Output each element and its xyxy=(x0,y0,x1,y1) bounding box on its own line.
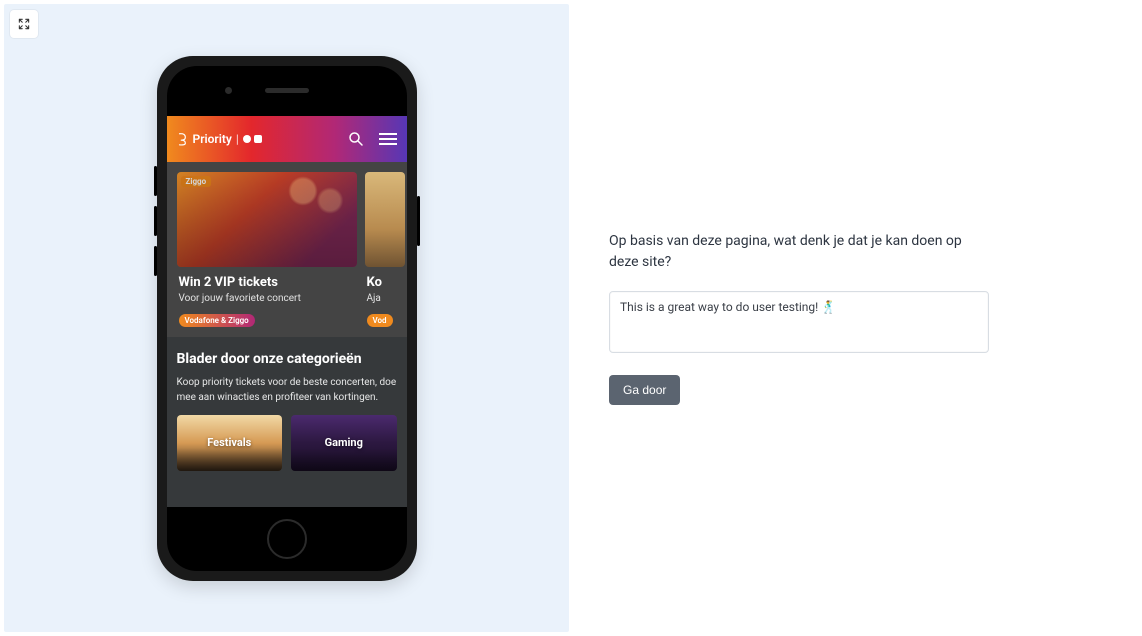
hero-image: Ziggo xyxy=(177,172,357,267)
category-card-festivals[interactable]: Festivals xyxy=(177,415,283,471)
categories-grid: Festivals Gaming xyxy=(177,415,397,471)
hero-peek-chip: Vod xyxy=(367,314,393,327)
brand-separator: | xyxy=(236,132,239,146)
continue-button[interactable]: Ga door xyxy=(609,375,680,405)
preview-pane: Priority | xyxy=(4,4,569,632)
hero-chip: Vodafone & Ziggo xyxy=(179,314,255,327)
hero-card-main[interactable]: Ziggo Win 2 VIP tickets Voor jouw favori… xyxy=(177,172,357,327)
phone-speaker xyxy=(265,88,309,93)
hero-carousel[interactable]: Ziggo Win 2 VIP tickets Voor jouw favori… xyxy=(167,162,407,337)
category-card-gaming[interactable]: Gaming xyxy=(291,415,397,471)
phone-screen: Priority | xyxy=(167,116,407,507)
answer-input[interactable] xyxy=(609,291,989,353)
expand-button[interactable] xyxy=(10,10,38,38)
brand-logo-icon xyxy=(177,132,189,146)
category-label: Festivals xyxy=(207,436,251,449)
hero-peek-image xyxy=(365,172,405,267)
brand: Priority | xyxy=(177,132,262,146)
phone-bottom-bezel xyxy=(167,507,407,571)
hamburger-icon xyxy=(379,133,397,145)
partner-icon-1 xyxy=(243,135,251,143)
phone-inner: Priority | xyxy=(167,66,407,571)
home-button[interactable] xyxy=(267,519,307,559)
hero-track: Ziggo Win 2 VIP tickets Voor jouw favori… xyxy=(177,172,407,327)
question-block: Op basis van deze pagina, wat denk je da… xyxy=(609,231,989,405)
search-icon xyxy=(347,130,365,148)
app-header: Priority | xyxy=(167,116,407,162)
search-button[interactable] xyxy=(347,130,365,148)
question-text: Op basis van deze pagina, wat denk je da… xyxy=(609,231,989,273)
categories-heading: Blader door onze categorieën xyxy=(177,351,397,367)
hero-peek-text: Ko Aja Vod xyxy=(365,267,405,327)
hero-peek-subtitle: Aja xyxy=(367,293,403,304)
categories-body: Koop priority tickets voor de beste conc… xyxy=(177,375,397,405)
hero-card-peek[interactable]: Ko Aja Vod xyxy=(365,172,405,327)
categories-section: Blader door onze categorieën Koop priori… xyxy=(167,337,407,507)
expand-icon xyxy=(17,17,31,31)
partner-icon-2 xyxy=(254,135,262,143)
app-root: Priority | xyxy=(0,0,1142,636)
category-label: Gaming xyxy=(325,436,363,449)
brand-partner-icons xyxy=(243,135,262,143)
phone-frame: Priority | xyxy=(157,56,417,581)
hero-scene-art xyxy=(177,172,357,267)
hero-text: Win 2 VIP tickets Voor jouw favoriete co… xyxy=(177,267,357,327)
hero-subtitle: Voor jouw favoriete concert xyxy=(179,293,355,304)
brand-name: Priority xyxy=(193,132,232,146)
menu-button[interactable] xyxy=(379,133,397,145)
phone-top-bezel xyxy=(167,66,407,116)
phone-camera xyxy=(225,87,232,94)
hero-title: Win 2 VIP tickets xyxy=(179,275,355,290)
question-pane: Op basis van deze pagina, wat denk je da… xyxy=(569,4,1138,632)
hero-peek-title: Ko xyxy=(367,275,403,290)
